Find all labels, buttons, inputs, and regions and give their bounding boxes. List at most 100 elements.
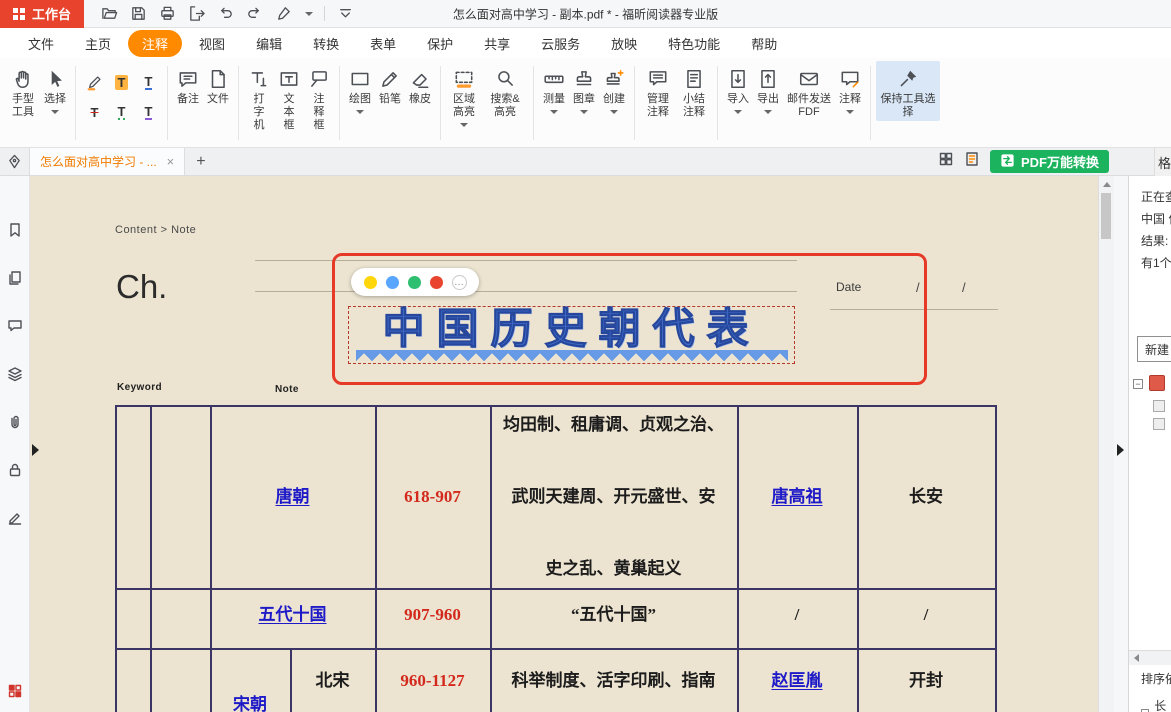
attachments-icon[interactable] [7,414,23,435]
long-image-option[interactable]: 长图 [1141,697,1171,712]
callout-button[interactable]: 注释框 [304,61,334,134]
pencil-button[interactable]: 铅笔 [375,61,405,108]
color-swatch-green[interactable] [408,276,421,289]
undo-icon[interactable] [216,5,234,23]
menu-present[interactable]: 放映 [597,30,651,57]
dynasty-note: 武则天建周、开元盛世、安 [490,485,737,509]
manage-comments-button[interactable]: 管理注释 [640,61,676,121]
scrollbar-thumb[interactable] [1101,193,1111,239]
panel-expand-handle[interactable] [1117,444,1124,456]
pages-icon[interactable] [7,270,23,291]
vertical-scrollbar[interactable] [1098,176,1114,712]
bookmarks-icon[interactable] [7,222,23,243]
scroll-up-icon[interactable] [1103,182,1111,187]
color-swatch-red[interactable] [430,276,443,289]
print-icon[interactable] [158,5,176,23]
textbox-button[interactable]: 文本框 [274,61,304,134]
text-underline-icon[interactable]: T [135,67,162,97]
note-button[interactable]: 备注 [173,61,203,108]
menu-home[interactable]: 主页 [71,30,125,57]
highlighter-icon[interactable] [81,67,108,97]
open-file-icon[interactable] [100,5,118,23]
new-tab-button[interactable]: + [185,153,216,171]
layers-icon[interactable] [7,366,23,387]
save-icon[interactable] [129,5,147,23]
document-tab[interactable]: 怎么面对高中学习 - ... × [29,148,185,175]
ribbon-separator [533,66,534,140]
comments-panel-icon[interactable] [7,318,23,339]
format-panel-partial[interactable]: 格 [1154,148,1171,176]
summary-comments-button[interactable]: 小结注释 [676,61,712,121]
pdf-convert-button[interactable]: PDF万能转换 [990,150,1109,173]
tab-close-icon[interactable]: × [167,154,175,169]
ink-tool-icon[interactable] [274,5,292,23]
comment-thumbnail-icon[interactable] [1149,375,1165,391]
menu-edit[interactable]: 编辑 [242,30,296,57]
scroll-left-icon[interactable] [1134,654,1139,662]
color-swatch-blue[interactable] [386,276,399,289]
select-tool-button[interactable]: 选择 [40,61,70,116]
annotation-title-text[interactable]: 中国历史朝代表 [348,305,795,355]
customize-toolbar-icon[interactable] [336,5,354,23]
dynasty-note: 科举制度、活字印刷、指南 [490,669,737,693]
share-icon[interactable] [187,5,205,23]
text-highlight-icon[interactable]: T [108,67,135,97]
workspace-button[interactable]: 工作台 [0,0,84,28]
menu-share[interactable]: 共享 [470,30,524,57]
new-button[interactable]: 新建 [1137,336,1171,362]
color-swatch-yellow[interactable] [364,276,377,289]
search-highlight-button[interactable]: 搜索&高亮 [482,61,528,121]
search-status-line: 有1个 [1141,254,1171,271]
menu-form[interactable]: 表单 [356,30,410,57]
attach-file-button[interactable]: 文件 [203,61,233,108]
menu-view[interactable]: 视图 [185,30,239,57]
menu-comment[interactable]: 注释 [128,30,182,57]
text-squiggly-icon[interactable]: T [108,97,135,127]
signature-icon[interactable] [7,510,23,531]
tree-item-box[interactable] [1153,400,1165,412]
keyword-label: Keyword [117,382,162,393]
text-strikeout-icon[interactable]: T [81,97,108,127]
tab-grid-icon[interactable] [938,151,954,172]
hand-tool-button[interactable]: 手型工具 [6,61,40,121]
security-icon[interactable] [7,462,23,483]
menu-help[interactable]: 帮助 [737,30,791,57]
typewriter-button[interactable]: 打字机 [244,61,274,134]
keep-tool-selected-button[interactable]: 保持工具选择 [876,61,940,121]
eraser-button[interactable]: 橡皮 [405,61,435,108]
menu-bar: 文件 主页 注释 视图 编辑 转换 表单 保护 共享 云服务 放映 特色功能 帮… [0,28,1171,58]
create-button[interactable]: 创建 [599,61,629,116]
menu-features[interactable]: 特色功能 [654,30,734,57]
checkbox-icon[interactable] [1141,709,1149,712]
tree-collapse-icon[interactable]: − [1133,379,1143,389]
email-fdf-button[interactable]: 邮件发送FDF [783,61,835,121]
ribbon-separator [717,66,718,140]
text-insert-icon[interactable]: T [135,97,162,127]
import-comments-button[interactable]: 导入 [723,61,753,116]
destinations-icon[interactable] [7,683,23,704]
horizontal-scrollbar[interactable] [1129,650,1171,665]
export-comments-button[interactable]: 导出 [753,61,783,116]
menu-file[interactable]: 文件 [14,30,68,57]
menu-cloud[interactable]: 云服务 [527,30,594,57]
comment-list-icon[interactable] [964,151,980,172]
app-window: 工作台 怎么面对高中学习 - 副本.pdf * - 福昕阅读器专业版 文件 主页… [0,0,1171,712]
menu-convert[interactable]: 转换 [299,30,353,57]
draw-button[interactable]: 绘图 [345,61,375,116]
redo-icon[interactable] [245,5,263,23]
comment-tools-button[interactable]: 注释 [835,61,865,116]
pen-nib-icon[interactable] [7,154,22,169]
measure-button[interactable]: 测量 [539,61,569,116]
convert-label: PDF万能转换 [1021,152,1099,171]
stamp-button[interactable]: 图章 [569,61,599,116]
ink-tool-dropdown-icon[interactable] [305,12,313,16]
page-breadcrumb: Content > Note [115,224,196,236]
sidebar-expand-handle[interactable] [32,444,39,456]
callout-icon [308,66,330,90]
area-highlight-button[interactable]: 区域高亮 [446,61,482,129]
stamp-icon [573,66,595,90]
more-colors-button[interactable]: … [452,275,467,290]
menu-protect[interactable]: 保护 [413,30,467,57]
content-area: Content > Note Ch. Date / / Keyword Note… [0,176,1171,712]
tree-item-box[interactable] [1153,418,1165,430]
